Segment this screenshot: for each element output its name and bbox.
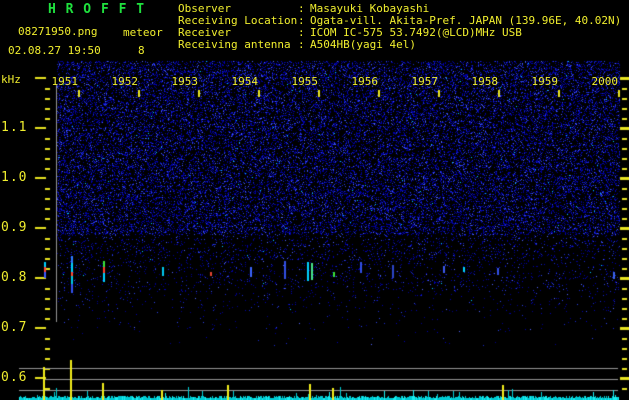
- time-label: 1959: [531, 75, 559, 88]
- observation-mode: meteor: [123, 26, 163, 39]
- time-label: 1954: [231, 75, 259, 88]
- time-label: 2000: [591, 75, 619, 88]
- freq-axis-unit-label: kHz: [1, 73, 21, 86]
- info-value: A504HB(yagi 4el): [310, 38, 416, 51]
- freq-label: 0.7: [1, 320, 28, 335]
- info-colon: :: [298, 38, 305, 51]
- freq-label: 0.6: [1, 370, 28, 385]
- freq-label: 1.1: [1, 120, 28, 135]
- time-label: 1953: [171, 75, 199, 88]
- time-label: 1956: [351, 75, 379, 88]
- spectrogram-canvas: [0, 0, 629, 400]
- observation-datetime: 02.08.27 19:50: [8, 44, 101, 57]
- hrofft-screen: H R O F F T 08271950.png meteor 02.08.27…: [0, 0, 629, 400]
- time-label: 1952: [111, 75, 139, 88]
- time-label: 1958: [471, 75, 499, 88]
- output-filename: 08271950.png: [18, 25, 98, 38]
- freq-label: 0.8: [1, 270, 28, 285]
- app-title: H R O F F T: [48, 2, 146, 17]
- time-label: 1955: [291, 75, 319, 88]
- info-row-antenna: Receiving antenna: A504HB(yagi 4el): [178, 39, 621, 51]
- freq-label: 1.0: [1, 170, 28, 185]
- meteor-count: 8: [138, 44, 145, 57]
- station-info: Observer: Masayuki Kobayashi Receiving Lo…: [178, 3, 621, 51]
- freq-label: 0.9: [1, 220, 28, 235]
- time-label: 1951: [51, 75, 79, 88]
- info-label: Receiving antenna: [178, 38, 291, 51]
- time-label: 1957: [411, 75, 439, 88]
